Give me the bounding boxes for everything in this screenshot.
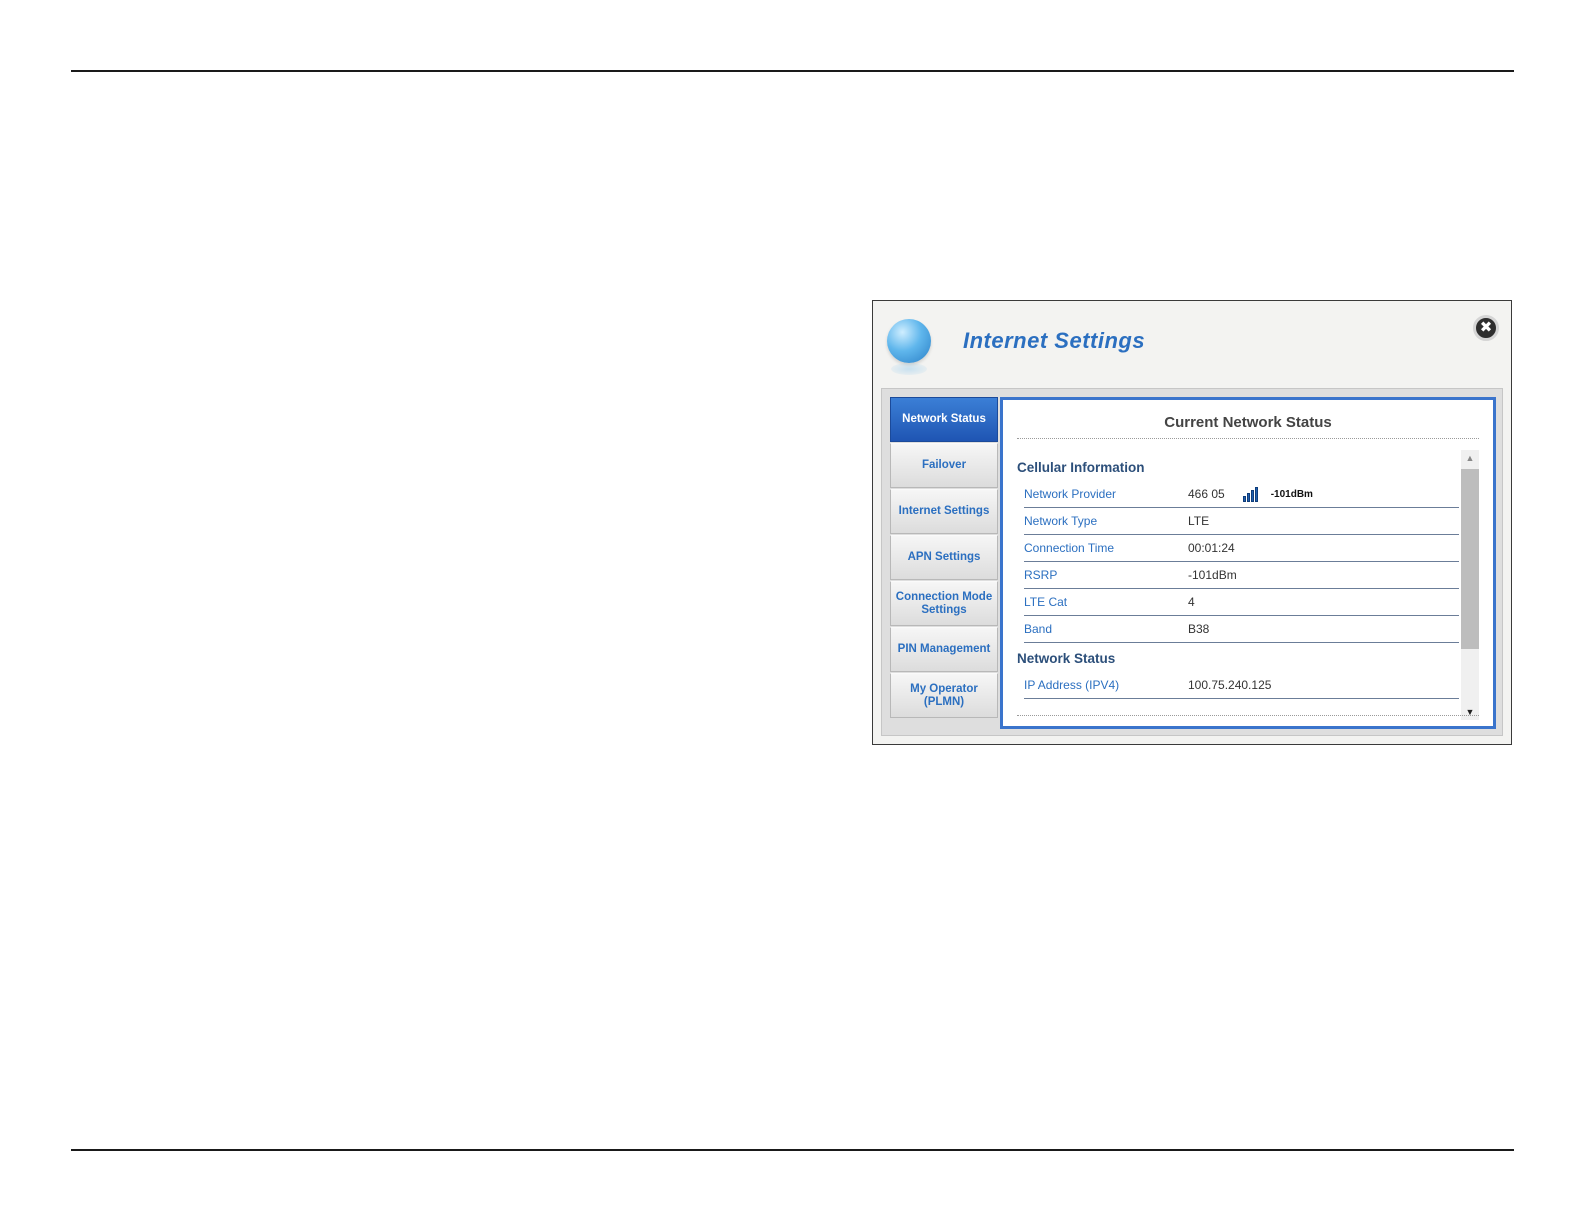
- content-panel: Current Network Status Cellular Informat…: [1000, 397, 1496, 729]
- sidebar-item-network-status[interactable]: Network Status: [890, 397, 998, 442]
- sidebar-item-connection-mode-settings[interactable]: Connection Mode Settings: [890, 581, 998, 626]
- sidebar: Network Status Failover Internet Setting…: [890, 397, 998, 719]
- sidebar-item-my-operator[interactable]: My Operator (PLMN): [890, 673, 998, 718]
- status-scroll-area: Cellular Information Network Provider 46…: [1017, 452, 1459, 718]
- row-value: LTE: [1188, 514, 1210, 528]
- scroll-thumb[interactable]: [1461, 469, 1479, 649]
- vertical-scrollbar[interactable]: ▲ ▼: [1461, 450, 1479, 720]
- settings-body: Network Status Failover Internet Setting…: [881, 388, 1503, 736]
- globe-icon: [887, 319, 931, 363]
- info-row-band: Band B38: [1024, 616, 1459, 643]
- sidebar-item-failover[interactable]: Failover: [890, 443, 998, 488]
- row-label: Connection Time: [1024, 541, 1115, 555]
- info-row-lte-cat: LTE Cat 4: [1024, 589, 1459, 616]
- top-rule: [71, 70, 1514, 72]
- info-row-connection-time: Connection Time 00:01:24: [1024, 535, 1459, 562]
- row-value: 00:01:24: [1188, 541, 1235, 555]
- row-label: Network Provider: [1024, 487, 1117, 501]
- info-row-rsrp: RSRP -101dBm: [1024, 562, 1459, 589]
- bottom-divider: [1017, 715, 1479, 716]
- provider-code: 466 05: [1188, 487, 1225, 501]
- info-row-ip-address: IP Address (IPV4) 100.75.240.125: [1024, 672, 1459, 699]
- globe-reflection: [891, 363, 927, 375]
- sidebar-item-internet-settings[interactable]: Internet Settings: [890, 489, 998, 534]
- close-button[interactable]: ✖: [1473, 315, 1499, 341]
- row-label: Band: [1024, 622, 1053, 636]
- info-row-network-type: Network Type LTE: [1024, 508, 1459, 535]
- sidebar-item-pin-management[interactable]: PIN Management: [890, 627, 998, 672]
- info-row-network-provider: Network Provider 466 05 -101dBm: [1024, 481, 1459, 508]
- signal-dbm-text: -101dBm: [1270, 488, 1313, 500]
- scroll-down-icon[interactable]: ▼: [1461, 704, 1479, 720]
- row-value: B38: [1188, 622, 1210, 636]
- row-value: 4: [1188, 595, 1195, 609]
- row-label: LTE Cat: [1024, 595, 1068, 609]
- cellular-info-heading: Cellular Information: [1017, 460, 1145, 475]
- content-title: Current Network Status: [1017, 414, 1479, 439]
- sidebar-item-apn-settings[interactable]: APN Settings: [890, 535, 998, 580]
- network-status-heading: Network Status: [1017, 651, 1116, 666]
- row-value: 466 05 -101dBm: [1188, 486, 1313, 502]
- bottom-rule: [71, 1149, 1514, 1151]
- row-label: Network Type: [1024, 514, 1098, 528]
- window-title: Internet Settings: [963, 328, 1146, 353]
- row-value: 100.75.240.125: [1188, 678, 1272, 692]
- row-label: IP Address (IPV4): [1024, 678, 1120, 692]
- row-value: -101dBm: [1188, 568, 1237, 582]
- signal-strength-icon: [1242, 486, 1259, 502]
- internet-settings-window: Internet Settings ✖ Network Status Failo…: [872, 300, 1512, 745]
- scroll-up-icon[interactable]: ▲: [1461, 450, 1479, 466]
- row-label: RSRP: [1024, 568, 1058, 582]
